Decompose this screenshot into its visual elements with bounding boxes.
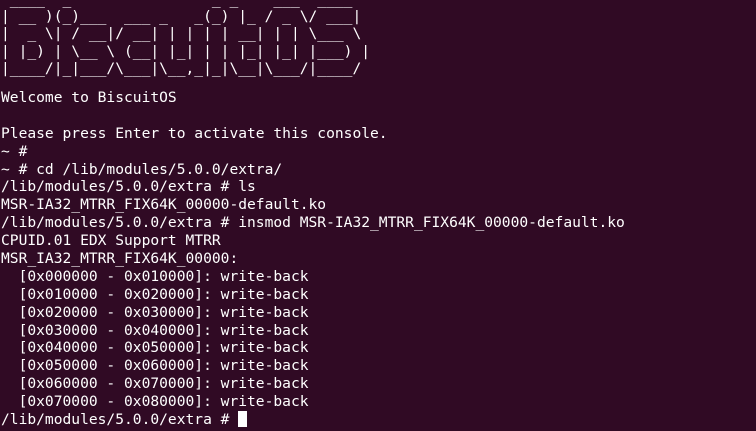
banner-line: | __ )(_)___ ___ _ _(_) |_ / _ \/ ___| <box>1 8 371 26</box>
shell-prompt: /lib/modules/5.0.0/extra # <box>1 411 239 429</box>
ascii-banner: ____ _ _ _ ___ ____ | __ )(_)___ ___ _ _… <box>1 0 756 85</box>
output-line: [0x030000 - 0x040000]: write-back <box>1 321 309 339</box>
output-line: [0x000000 - 0x010000]: write-back <box>1 267 309 285</box>
output-line: /lib/modules/5.0.0/extra # insmod MSR-IA… <box>1 214 625 232</box>
output-line: MSR_IA32_MTRR_FIX64K_00000: <box>1 250 239 268</box>
output-line: CPUID.01 EDX Support MTRR <box>1 232 221 250</box>
output-line: Please press Enter to activate this cons… <box>1 124 388 142</box>
command-line[interactable]: /lib/modules/5.0.0/extra # <box>1 411 756 429</box>
output-line: [0x060000 - 0x070000]: write-back <box>1 375 309 393</box>
banner-line: | _ \| / __|/ __| | | | | __| | | \___ \ <box>1 25 371 43</box>
text-cursor[interactable] <box>238 411 248 428</box>
output-line: ~ # <box>1 142 28 160</box>
terminal-output: Welcome to BiscuitOS Please press Enter … <box>1 89 756 429</box>
terminal-window[interactable]: ____ _ _ _ ___ ____ | __ )(_)___ ___ _ _… <box>0 0 756 431</box>
output-line: [0x050000 - 0x060000]: write-back <box>1 357 309 375</box>
banner-line: | |_) | \__ \ (__| |_| | | |_| |_| |___)… <box>1 42 371 60</box>
banner-line: |____/|_|___/\___|\__,_|_|\__|\___/|____… <box>1 59 371 77</box>
output-line: [0x070000 - 0x080000]: write-back <box>1 393 309 411</box>
output-line: Welcome to BiscuitOS <box>1 89 177 106</box>
output-line: ~ # cd /lib/modules/5.0.0/extra/ <box>1 160 283 178</box>
output-line: [0x010000 - 0x020000]: write-back <box>1 285 309 303</box>
output-line: MSR-IA32_MTRR_FIX64K_00000-default.ko <box>1 196 327 214</box>
output-line: /lib/modules/5.0.0/extra # ls <box>1 178 256 196</box>
banner-line: ____ _ _ _ ___ ____ <box>1 0 370 8</box>
output-line: [0x020000 - 0x030000]: write-back <box>1 303 309 321</box>
output-line: [0x040000 - 0x050000]: write-back <box>1 339 309 357</box>
